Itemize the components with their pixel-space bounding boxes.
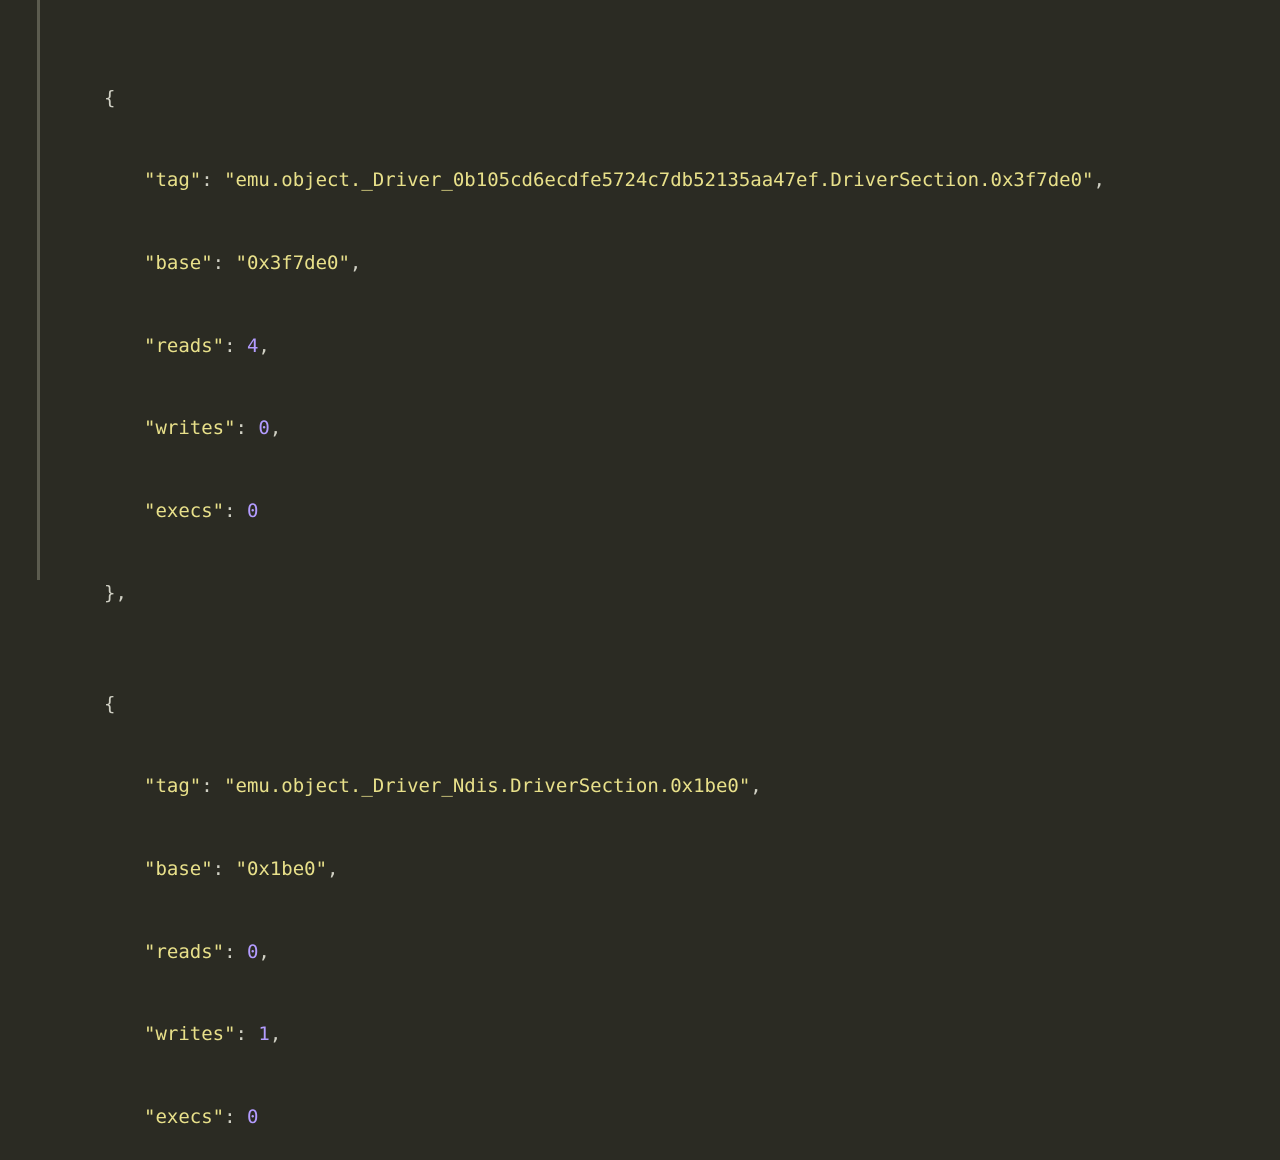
json-brace-open: { bbox=[56, 85, 1280, 113]
json-kv-reads: "reads": 0, bbox=[56, 939, 1280, 967]
json-kv-base: "base": "0x1be0", bbox=[56, 856, 1280, 884]
json-kv-execs: "execs": 0 bbox=[56, 1104, 1280, 1132]
json-kv-tag: "tag": "emu.object._Driver_Ndis.DriverSe… bbox=[56, 773, 1280, 801]
json-kv-writes: "writes": 1, bbox=[56, 1021, 1280, 1049]
json-brace-open: { bbox=[56, 691, 1280, 719]
code-editor-content[interactable]: { "tag": "emu.object._Driver_0b105cd6ecd… bbox=[56, 0, 1280, 1160]
json-kv-reads: "reads": 4, bbox=[56, 333, 1280, 361]
json-brace-close: }, bbox=[56, 580, 1280, 608]
json-kv-tag: "tag": "emu.object._Driver_0b105cd6ecdfe… bbox=[56, 167, 1280, 195]
editor-gutter bbox=[0, 0, 56, 580]
json-kv-writes: "writes": 0, bbox=[56, 415, 1280, 443]
json-kv-base: "base": "0x3f7de0", bbox=[56, 250, 1280, 278]
json-kv-execs: "execs": 0 bbox=[56, 498, 1280, 526]
